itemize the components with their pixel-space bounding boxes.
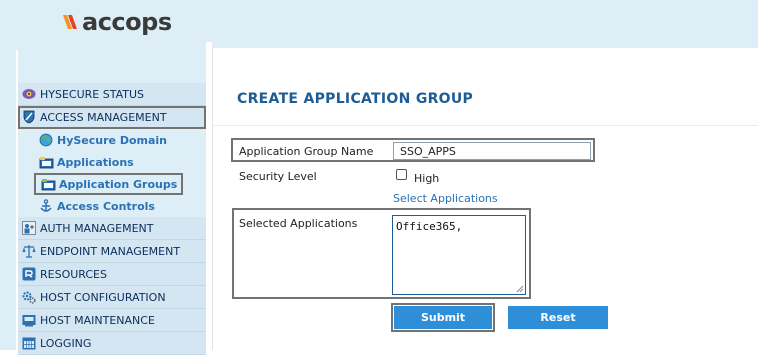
selected-subitem-frame: Application Groups <box>34 173 184 195</box>
security-level-label: Security Level <box>239 170 317 183</box>
selected-apps-value: Office365, <box>396 220 463 233</box>
resources-icon <box>22 267 36 281</box>
sidebar-item-host-maintenance[interactable]: HOST MAINTENANCE <box>18 309 206 332</box>
left-strip <box>0 42 16 350</box>
scales-icon <box>22 244 36 258</box>
sidebar-item-auth-management[interactable]: AUTH MANAGEMENT <box>18 217 206 240</box>
sidebar-subitem-label: Application Groups <box>59 177 178 191</box>
sidebar-subitem-applications[interactable]: Applications <box>18 151 206 173</box>
sidebar-item-label: HYSECURE STATUS <box>40 87 145 101</box>
submit-button[interactable]: Submit <box>391 303 495 332</box>
select-applications-link[interactable]: Select Applications <box>393 192 498 205</box>
sidebar-item-access-management[interactable]: ACCESS MANAGEMENT <box>18 106 206 129</box>
high-checkbox[interactable] <box>396 169 407 180</box>
sidebar-item-logging[interactable]: LOGGING <box>18 332 206 355</box>
sidebar-item-hysecure-status[interactable]: HYSECURE STATUS <box>18 83 206 106</box>
sidebar-subitem-application-groups[interactable]: Application Groups <box>18 173 206 195</box>
title-divider <box>212 125 758 126</box>
accops-logo: accops <box>62 8 172 36</box>
sidebar-menu: HYSECURE STATUS ACCESS MANAGEMENT HySecu… <box>18 83 206 355</box>
resize-grip-icon[interactable] <box>516 285 524 293</box>
sidebar-subitem-label: Applications <box>57 155 134 169</box>
sidebar-item-label: RESOURCES <box>40 267 107 281</box>
sidebar-subitem-hysecure-domain[interactable]: HySecure Domain <box>18 129 206 151</box>
sidebar-subitem-label: HySecure Domain <box>57 133 167 147</box>
sidebar-item-label: HOST MAINTENANCE <box>40 313 155 327</box>
sidebar-item-label: AUTH MANAGEMENT <box>40 221 154 235</box>
maintenance-icon <box>22 313 36 327</box>
gears-icon <box>22 290 36 304</box>
shield-icon <box>22 110 36 124</box>
accops-logo-mark-icon <box>63 15 77 29</box>
sidebar-item-resources[interactable]: RESOURCES <box>18 263 206 286</box>
page-title: CREATE APPLICATION GROUP <box>237 91 474 107</box>
sidebar-item-label: HOST CONFIGURATION <box>40 290 166 304</box>
sidebar-subitem-access-controls[interactable]: Access Controls <box>18 195 206 217</box>
sidebar-item-label: ENDPOINT MANAGEMENT <box>40 244 181 258</box>
logo-text: accops <box>82 8 172 36</box>
reset-button[interactable]: Reset <box>508 306 608 329</box>
status-eye-icon <box>22 87 36 101</box>
sidebar-subitem-label: Access Controls <box>57 199 155 213</box>
calendar-log-icon <box>22 336 36 350</box>
anchor-icon <box>38 198 54 214</box>
selected-apps-label: Selected Applications <box>239 217 358 230</box>
sidebar-item-label: LOGGING <box>40 336 92 350</box>
high-checkbox-label: High <box>414 172 440 185</box>
folder-app-icon <box>38 154 54 170</box>
sidebar-item-host-configuration[interactable]: HOST CONFIGURATION <box>18 286 206 309</box>
auth-people-icon <box>22 221 36 235</box>
sidebar-item-endpoint-management[interactable]: ENDPOINT MANAGEMENT <box>18 240 206 263</box>
globe-icon <box>38 132 54 148</box>
group-name-label: Application Group Name <box>239 145 374 158</box>
sidebar-item-label: ACCESS MANAGEMENT <box>40 110 167 124</box>
group-name-input[interactable]: SSO_APPS <box>393 142 591 160</box>
folder-group-icon <box>40 176 56 192</box>
selected-apps-textarea[interactable]: Office365, <box>392 215 526 295</box>
